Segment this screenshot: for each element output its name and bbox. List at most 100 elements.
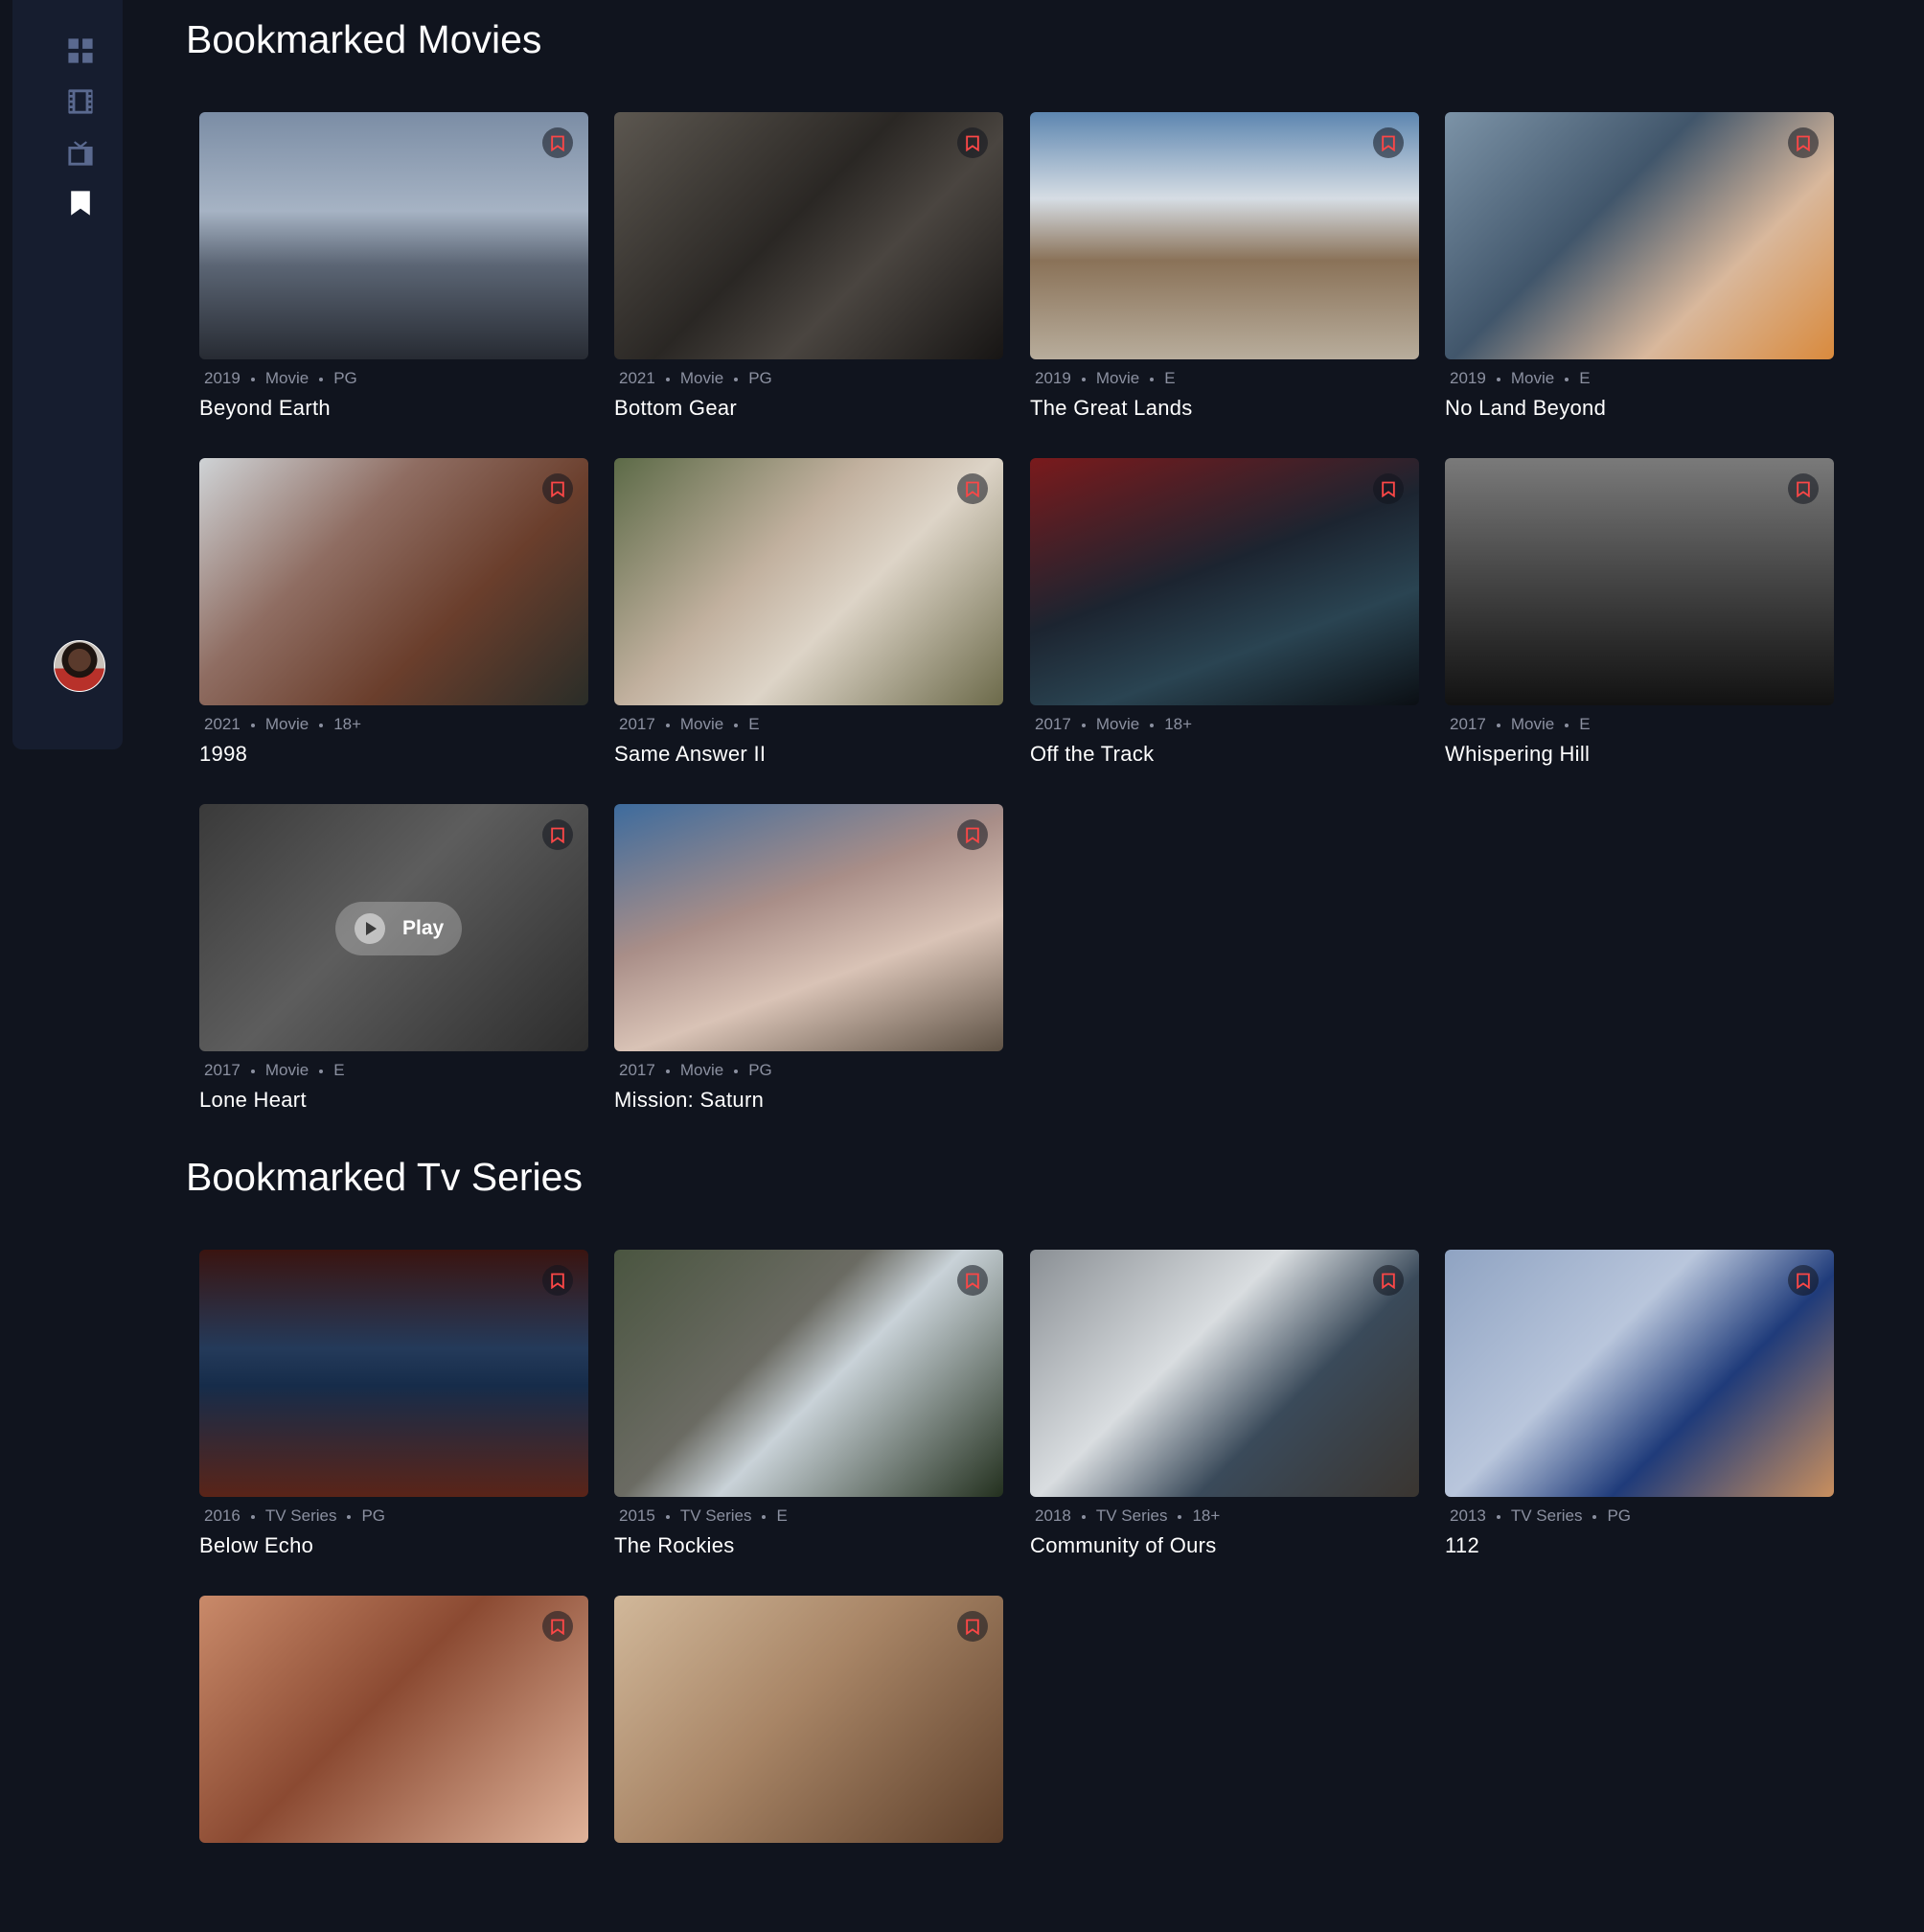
thumbnail-image[interactable]: [199, 112, 588, 359]
media-rating: E: [1164, 369, 1176, 387]
media-category: TV Series: [679, 1506, 752, 1525]
media-title[interactable]: Below Echo: [199, 1533, 313, 1558]
media-title[interactable]: The Great Lands: [1030, 396, 1193, 421]
media-category: Movie: [1510, 369, 1555, 387]
media-meta: 2016 TV Series PG: [204, 1506, 385, 1526]
media-card[interactable]: 2017 Movie E Same Answer II: [614, 458, 1003, 794]
media-title[interactable]: Off the Track: [1030, 742, 1154, 767]
media-title[interactable]: Beyond Earth: [199, 396, 331, 421]
media-card[interactable]: Play 2017 Movie E Lone Heart: [199, 804, 588, 1140]
bookmark-icon[interactable]: [542, 1265, 573, 1296]
bookmark-icon[interactable]: [1373, 127, 1404, 158]
media-rating: 18+: [333, 715, 362, 733]
bookmark-icon[interactable]: [542, 819, 573, 850]
media-card[interactable]: [614, 1596, 1003, 1932]
bookmark-icon[interactable]: [1788, 127, 1819, 158]
media-rating: PG: [748, 1061, 772, 1079]
thumbnail-image[interactable]: [1445, 112, 1834, 359]
separator-dot: [734, 723, 739, 727]
media-rating: E: [776, 1506, 788, 1525]
separator-dot: [665, 377, 670, 381]
bookmark-icon[interactable]: [1373, 473, 1404, 504]
thumbnail-image[interactable]: [199, 1596, 588, 1843]
bookmark-icon[interactable]: [957, 473, 988, 504]
thumbnail-image[interactable]: [1030, 458, 1419, 705]
media-card[interactable]: 2021 Movie PG Bottom Gear: [614, 112, 1003, 448]
separator-dot: [734, 377, 739, 381]
play-icon: [355, 913, 385, 944]
nav-bookmarks-icon[interactable]: [67, 190, 94, 217]
bookmark-icon[interactable]: [1788, 473, 1819, 504]
media-meta: 2018 TV Series 18+: [1035, 1506, 1220, 1526]
media-title[interactable]: 112: [1445, 1533, 1479, 1558]
avatar[interactable]: [54, 640, 105, 692]
media-title[interactable]: The Rockies: [614, 1533, 735, 1558]
media-card[interactable]: 2016 TV Series PG Below Echo: [199, 1250, 588, 1586]
bookmark-icon[interactable]: [957, 1265, 988, 1296]
media-meta: 2017 Movie E: [619, 715, 760, 734]
nav-movies-icon[interactable]: [67, 88, 94, 115]
media-year: 2016: [204, 1506, 240, 1525]
media-category: Movie: [1510, 715, 1555, 733]
media-title[interactable]: Lone Heart: [199, 1088, 307, 1113]
media-card[interactable]: 2017 Movie E Whispering Hill: [1445, 458, 1834, 794]
thumbnail-image[interactable]: [199, 1250, 588, 1497]
media-title[interactable]: No Land Beyond: [1445, 396, 1606, 421]
separator-dot: [1150, 723, 1155, 727]
separator-dot: [665, 1514, 670, 1519]
bookmark-icon[interactable]: [1373, 1265, 1404, 1296]
media-card[interactable]: 2017 Movie PG Mission: Saturn: [614, 804, 1003, 1140]
media-rating: E: [1579, 715, 1591, 733]
separator-dot: [250, 1514, 255, 1519]
media-card[interactable]: 2019 Movie PG Beyond Earth: [199, 112, 588, 448]
bookmark-icon[interactable]: [542, 127, 573, 158]
bookmark-icon[interactable]: [542, 473, 573, 504]
media-card[interactable]: 2017 Movie 18+ Off the Track: [1030, 458, 1419, 794]
thumbnail-image[interactable]: [614, 458, 1003, 705]
media-title[interactable]: Community of Ours: [1030, 1533, 1217, 1558]
media-year: 2019: [1035, 369, 1071, 387]
thumbnail-image[interactable]: [614, 1250, 1003, 1497]
separator-dot: [1150, 377, 1155, 381]
media-card[interactable]: 2019 Movie E The Great Lands: [1030, 112, 1419, 448]
thumbnail-image[interactable]: [614, 1596, 1003, 1843]
media-year: 2013: [1450, 1506, 1486, 1525]
thumbnail-image[interactable]: [1445, 1250, 1834, 1497]
bookmark-icon[interactable]: [957, 127, 988, 158]
media-card[interactable]: 2015 TV Series E The Rockies: [614, 1250, 1003, 1586]
media-card[interactable]: 2013 TV Series PG 112: [1445, 1250, 1834, 1586]
media-meta: 2017 Movie E: [204, 1061, 345, 1080]
media-title[interactable]: Mission: Saturn: [614, 1088, 764, 1113]
thumbnail-image[interactable]: [199, 458, 588, 705]
bookmark-icon[interactable]: [957, 819, 988, 850]
bookmark-icon[interactable]: [957, 1611, 988, 1642]
media-card[interactable]: 2018 TV Series 18+ Community of Ours: [1030, 1250, 1419, 1586]
media-year: 2017: [1450, 715, 1486, 733]
thumbnail-image[interactable]: [1030, 1250, 1419, 1497]
media-title[interactable]: Same Answer II: [614, 742, 766, 767]
thumbnail-image[interactable]: [614, 112, 1003, 359]
bookmark-icon[interactable]: [542, 1611, 573, 1642]
separator-dot: [1496, 377, 1500, 381]
media-title[interactable]: Bottom Gear: [614, 396, 737, 421]
media-title[interactable]: Whispering Hill: [1445, 742, 1590, 767]
thumbnail-image[interactable]: [614, 804, 1003, 1051]
media-year: 2019: [204, 369, 240, 387]
bookmark-icon[interactable]: [1788, 1265, 1819, 1296]
thumbnail-image[interactable]: [1030, 112, 1419, 359]
media-title[interactable]: 1998: [199, 742, 247, 767]
media-meta: 2017 Movie 18+: [1035, 715, 1192, 734]
media-card[interactable]: [199, 1596, 588, 1932]
media-category: Movie: [1095, 369, 1140, 387]
separator-dot: [734, 1069, 739, 1073]
media-card[interactable]: 2021 Movie 18+ 1998: [199, 458, 588, 794]
separator-dot: [319, 723, 324, 727]
play-button[interactable]: Play: [335, 902, 462, 955]
nav-home-icon[interactable]: [67, 37, 94, 64]
separator-dot: [665, 1069, 670, 1073]
media-card[interactable]: 2019 Movie E No Land Beyond: [1445, 112, 1834, 448]
thumbnail-image[interactable]: [1445, 458, 1834, 705]
media-year: 2017: [1035, 715, 1071, 733]
media-year: 2018: [1035, 1506, 1071, 1525]
nav-tv-icon[interactable]: [67, 140, 94, 167]
